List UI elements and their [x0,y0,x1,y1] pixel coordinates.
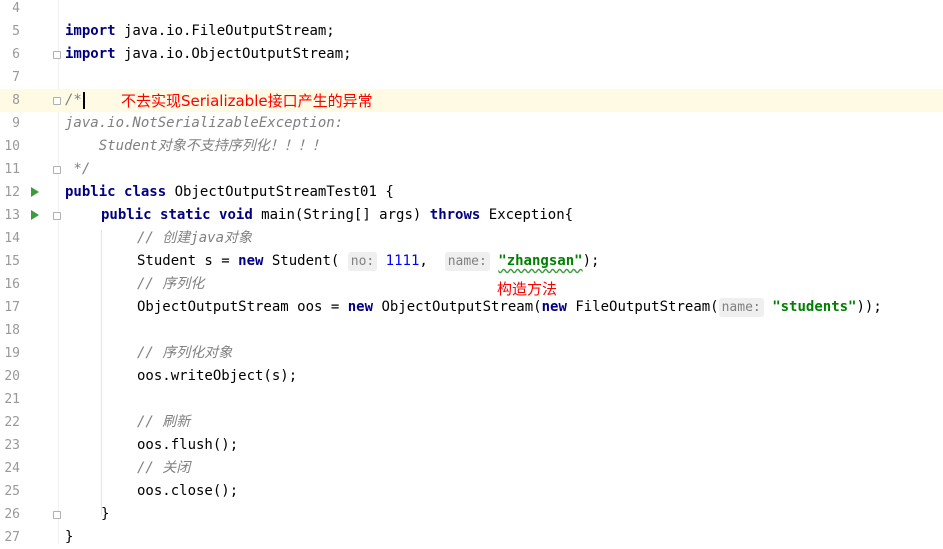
code-text: // 序列化 [137,276,205,292]
line-number: 13 [4,208,20,223]
fold-icon[interactable] [53,212,61,220]
line-number: 15 [4,254,20,269]
line-number: 27 [4,530,20,545]
code-line[interactable]: 6 import java.io.ObjectOutputStream; [0,43,943,66]
line-number: 25 [4,484,20,499]
code-line[interactable]: 18 [0,319,943,342]
run-icon[interactable] [31,187,39,197]
code-text: // 创建java对象 [137,230,253,246]
code-line[interactable]: 7 [0,66,943,89]
code-text: import java.io.FileOutputStream; [65,23,335,39]
line-number: 22 [4,415,20,430]
line-number: 19 [4,346,20,361]
code-text: public class ObjectOutputStreamTest01 { [65,184,394,200]
code-line[interactable]: 5 import java.io.FileOutputStream; [0,20,943,43]
code-text: public static void main(String[] args) t… [101,207,574,223]
line-number: 4 [12,1,20,16]
code-line-current[interactable]: 8 /* 不去实现Serializable接口产生的异常 [0,89,943,112]
code-line[interactable]: 23 oos.flush(); [0,434,943,457]
code-text: oos.flush(); [137,437,239,453]
code-line[interactable]: 9 java.io.NotSerializableException: [0,112,943,135]
fold-icon[interactable] [53,97,61,105]
line-number: 26 [4,507,20,522]
code-editor[interactable]: 4 5 import java.io.FileOutputStream; 6 i… [0,0,943,545]
code-text: } [101,506,110,522]
line-number: 18 [4,323,20,338]
line-number: 14 [4,231,20,246]
code-text: ObjectOutputStream oos = new ObjectOutpu… [137,298,882,317]
code-text: /* [65,89,85,112]
line-number: 23 [4,438,20,453]
line-number: 8 [12,93,20,108]
line-number: 12 [4,185,20,200]
param-hint: no: [347,252,378,271]
line-number: 10 [4,139,20,154]
line-number: 16 [4,277,20,292]
fold-icon[interactable] [53,51,61,59]
code-line[interactable]: 22 // 刷新 [0,411,943,434]
code-text: } [65,529,74,545]
param-hint: name: [718,298,764,317]
line-number: 11 [4,162,20,177]
code-line[interactable]: 17 ObjectOutputStream oos = new ObjectOu… [0,296,943,319]
annotation-note: 不去实现Serializable接口产生的异常 [121,92,373,110]
code-line[interactable]: 10 Student对象不支持序列化！！！！ [0,135,943,158]
line-number: 5 [12,24,20,39]
code-text: Student s = new Student( no: 1111, name:… [137,252,600,271]
code-line[interactable]: 27 } [0,526,943,549]
line-number: 7 [12,70,20,85]
line-number: 24 [4,461,20,476]
code-text: import java.io.ObjectOutputStream; [65,46,352,62]
code-text: */ [65,161,91,177]
line-number: 6 [12,47,20,62]
fold-icon[interactable] [53,166,61,174]
code-text: Student对象不支持序列化！！！！ [65,138,326,154]
code-line[interactable]: 16 // 序列化 构造方法 [0,273,943,298]
code-line[interactable]: 26 } [0,503,943,526]
code-line[interactable]: 14 // 创建java对象 [0,227,943,250]
code-line[interactable]: 15 Student s = new Student( no: 1111, na… [0,250,943,273]
code-text: oos.close(); [137,483,239,499]
run-icon[interactable] [31,210,39,220]
code-line[interactable]: 24 // 关闭 [0,457,943,480]
param-hint: name: [444,252,490,271]
line-number: 20 [4,369,20,384]
code-line[interactable]: 19 // 序列化对象 [0,342,943,365]
code-text: // 序列化对象 [137,345,233,361]
line-number: 17 [4,300,20,315]
code-text: java.io.NotSerializableException: [65,115,344,131]
code-line[interactable]: 20 oos.writeObject(s); [0,365,943,388]
code-line[interactable]: 13 public static void main(String[] args… [0,204,943,227]
line-number: 21 [4,392,20,407]
line-number: 9 [12,116,20,131]
code-line[interactable]: 12 public class ObjectOutputStreamTest01… [0,181,943,204]
fold-icon[interactable] [53,511,61,519]
code-text: oos.writeObject(s); [137,368,298,384]
code-line[interactable]: 4 [0,0,943,20]
code-text: // 刷新 [137,414,191,430]
code-text: // 关闭 [137,460,191,476]
text-caret [82,91,85,109]
code-line[interactable]: 25 oos.close(); [0,480,943,503]
code-line[interactable]: 21 [0,388,943,411]
code-line[interactable]: 11 */ [0,158,943,181]
